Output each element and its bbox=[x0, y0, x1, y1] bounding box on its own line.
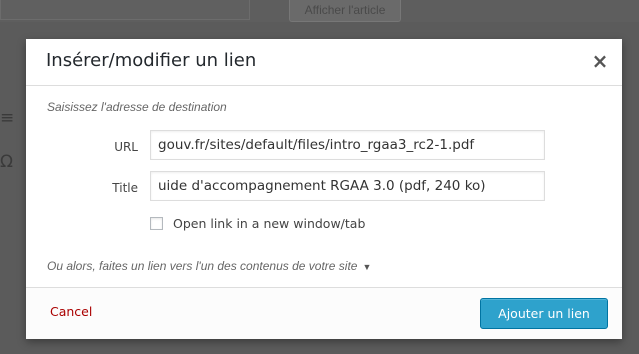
internal-link-toggle[interactable]: Ou alors, faites un lien vers l'un des c… bbox=[47, 259, 371, 273]
special-character-icon: Ω bbox=[0, 152, 13, 172]
url-label: URL bbox=[114, 140, 138, 154]
close-icon[interactable]: × bbox=[588, 49, 612, 73]
background-title-field bbox=[0, 0, 250, 20]
view-article-button: Afficher l'article bbox=[289, 0, 401, 22]
caret-down-icon[interactable]: ▼ bbox=[362, 262, 371, 272]
internal-link-toggle-label[interactable]: Ou alors, faites un lien vers l'un des c… bbox=[47, 259, 357, 273]
destination-hint: Saisissez l'adresse de destination bbox=[47, 100, 227, 114]
new-tab-option[interactable]: Open link in a new window/tab bbox=[150, 215, 365, 231]
dialog-footer: Cancel Ajouter un lien bbox=[26, 287, 622, 339]
toolbar-toggle-icon: ≡ bbox=[0, 108, 15, 128]
new-tab-checkbox[interactable] bbox=[150, 216, 163, 230]
title-input[interactable]: uide d'accompagnement RGAA 3.0 (pdf, 240… bbox=[150, 171, 545, 201]
url-input[interactable]: gouv.fr/sites/default/files/intro_rgaa3_… bbox=[150, 130, 545, 160]
cancel-link[interactable]: Cancel bbox=[50, 304, 92, 319]
dialog-title: Insérer/modifier un lien bbox=[46, 50, 257, 71]
title-label: Title bbox=[112, 181, 138, 195]
add-link-button[interactable]: Ajouter un lien bbox=[480, 298, 608, 329]
new-tab-label[interactable]: Open link in a new window/tab bbox=[173, 216, 365, 231]
link-dialog: Insérer/modifier un lien × Saisissez l'a… bbox=[26, 39, 622, 339]
dialog-header: Insérer/modifier un lien × bbox=[26, 39, 622, 86]
